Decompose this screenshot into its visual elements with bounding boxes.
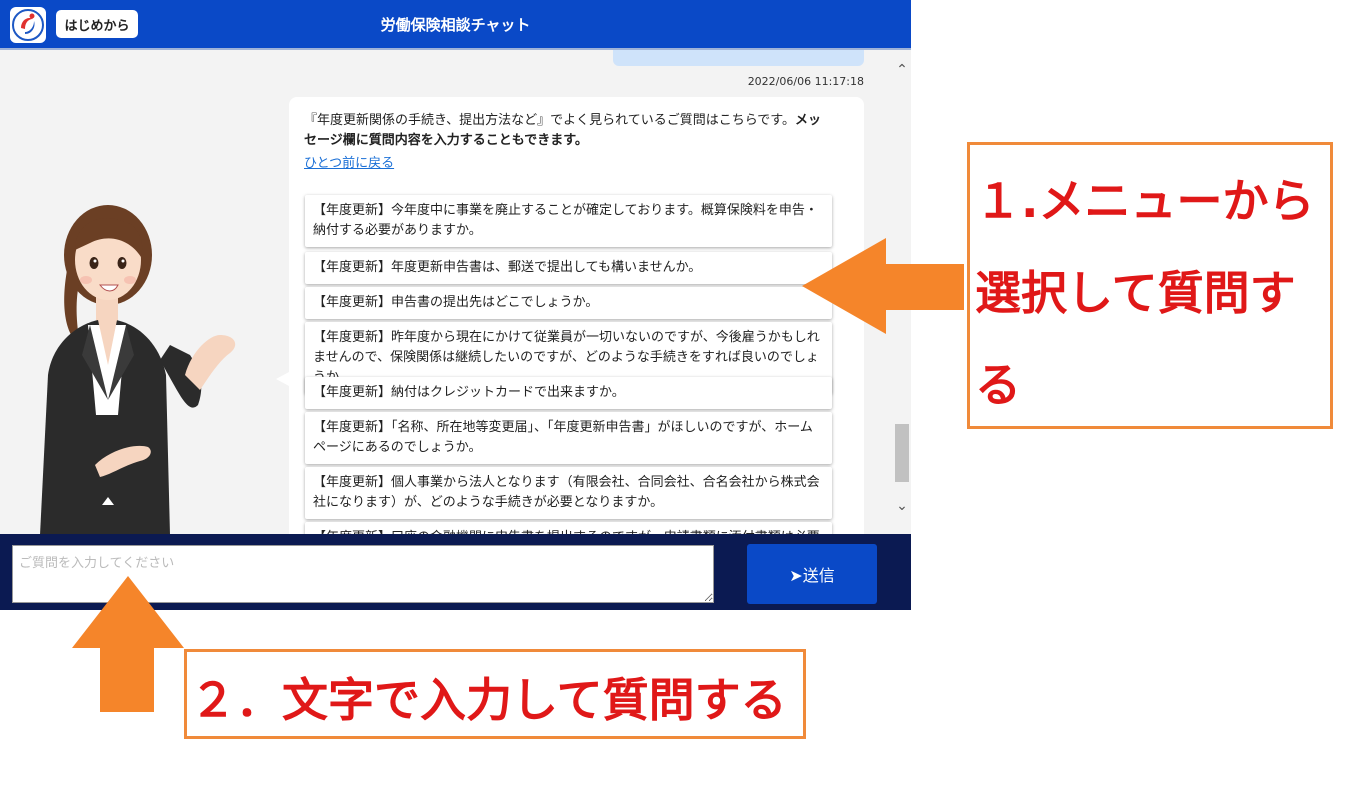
back-link[interactable]: ひとつ前に戻る [304,152,394,171]
send-icon: ➤ [789,566,803,585]
send-button[interactable]: ➤送信 [747,544,877,604]
bot-message-bubble: 『年度更新関係の手続き、提出方法など』でよく見られているご質問はこちらです。メッ… [289,97,864,534]
send-button-label: 送信 [802,566,835,585]
faq-item[interactable]: 【年度更新】「名称、所在地等変更届」、「年度更新申告書」がほしいのですが、ホーム… [305,412,832,464]
scrollbar-thumb[interactable] [895,424,909,482]
annotation-menu-note: １.メニューから選択して質問する [975,174,1315,412]
bot-message-normal: 『年度更新関係の手続き、提出方法など』でよく見られているご質問はこちらです。 [304,113,796,128]
faq-item[interactable]: 【年度更新】申告書の提出先はどこでしょうか。 [305,287,832,319]
scroll-up-icon[interactable]: ⌃ [893,62,911,78]
bot-bubble-pointer [276,372,289,386]
faq-item[interactable]: 【年度更新】個人事業から法人となります（有限会社、合同会社、合名会社から株式会社… [305,467,832,519]
scroll-down-icon[interactable]: ⌄ [893,498,911,514]
faq-item[interactable]: 【年度更新】年度更新申告書は、郵送で提出しても構いませんか。 [305,252,832,284]
annotation-text-note: ２．文字で入力して質問する [190,673,787,727]
user-message-bubble [613,50,864,66]
message-timestamp: 2022/06/06 11:17:18 [747,75,864,88]
faq-item[interactable]: 【年度更新】今年度中に事業を廃止することが確定しております。概算保険料を申告・納… [305,195,832,247]
page-title: 労働保険相談チャット [380,16,531,34]
faq-item[interactable]: 【年度更新】口座の金融機関に申告書を提出するのですが、申請書類に添付書類は必要で… [305,522,832,534]
chat-log[interactable]: 2022/06/06 11:17:18 『年度更新関係の手続き、提出方法など』で… [0,50,911,534]
up-arrow-icon [72,576,184,712]
bot-message-text: 『年度更新関係の手続き、提出方法など』でよく見られているご質問はこちらです。メッ… [304,111,834,151]
left-arrow-icon [802,238,964,334]
faq-item[interactable]: 【年度更新】納付はクレジットカードで出来ますか。 [305,377,832,409]
assistant-avatar [40,205,236,534]
